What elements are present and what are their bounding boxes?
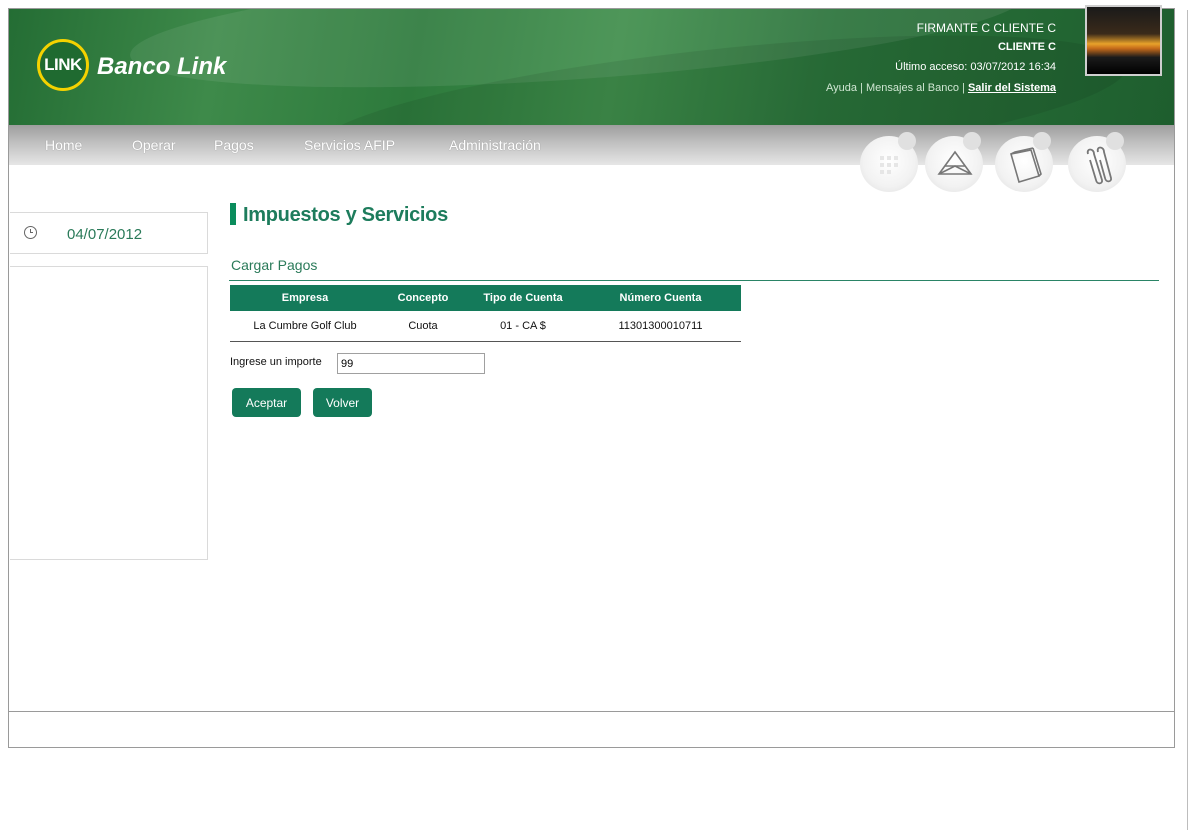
nav-operar[interactable]: Operar [132,137,176,153]
help-link[interactable]: Ayuda [826,82,857,94]
col-empresa: Empresa [230,285,380,311]
cell-numero-cuenta: 11301300010711 [580,311,741,342]
user-info: FIRMANTE C CLIENTE C CLIENTE C Último ac… [826,20,1056,100]
footer-bottom-line [9,747,1175,748]
sidebar-date: 04/07/2012 [67,226,143,243]
envelope-icon[interactable] [925,132,983,192]
user-name: FIRMANTE C CLIENTE C [916,21,1056,35]
col-numero-cuenta: Número Cuenta [580,285,741,311]
avatar [1085,5,1162,76]
footer-divider [9,711,1175,712]
nav-administracion[interactable]: Administración [449,137,541,153]
calculator-icon[interactable] [860,132,918,192]
client-name: CLIENTE C [997,41,1056,53]
cell-concepto: Cuota [380,311,466,342]
table-row[interactable]: La Cumbre Golf Club Cuota 01 - CA $ 1130… [230,311,741,342]
cell-empresa: La Cumbre Golf Club [230,311,380,342]
section-divider [229,280,1159,281]
col-concepto: Concepto [380,285,466,311]
bank-logo[interactable]: LINK [37,39,89,91]
window-edge [1187,10,1188,830]
title-accent [230,203,236,225]
header-banner: LINK Banco Link FIRMANTE C CLIENTE C CLI… [9,9,1174,125]
amount-label: Ingrese un importe [230,356,322,368]
nav-pagos[interactable]: Pagos [214,137,254,153]
sidebar-panel [10,266,208,560]
back-button[interactable]: Volver [313,388,372,417]
cell-tipo-cuenta: 01 - CA $ [466,311,580,342]
accept-button[interactable]: Aceptar [232,388,301,417]
paperclip-icon[interactable] [1068,132,1126,192]
col-tipo-cuenta: Tipo de Cuenta [466,285,580,311]
messages-link[interactable]: Mensajes al Banco [866,82,959,94]
nav-servicios-afip[interactable]: Servicios AFIP [304,137,395,153]
last-access: Último acceso: 03/07/2012 16:34 [895,61,1056,73]
bank-name: Banco Link [97,53,227,80]
folder-icon[interactable] [995,132,1053,192]
logout-link[interactable]: Salir del Sistema [968,82,1056,94]
section-label: Cargar Pagos [231,257,318,273]
nav-home[interactable]: Home [45,137,82,153]
amount-input[interactable] [337,353,485,374]
table-header-row: Empresa Concepto Tipo de Cuenta Número C… [230,285,741,311]
clock-icon [24,226,37,239]
page-title: Impuestos y Servicios [243,204,448,226]
payments-table: Empresa Concepto Tipo de Cuenta Número C… [230,285,741,342]
header-links: Ayuda | Mensajes al Banco | Salir del Si… [826,82,1056,94]
